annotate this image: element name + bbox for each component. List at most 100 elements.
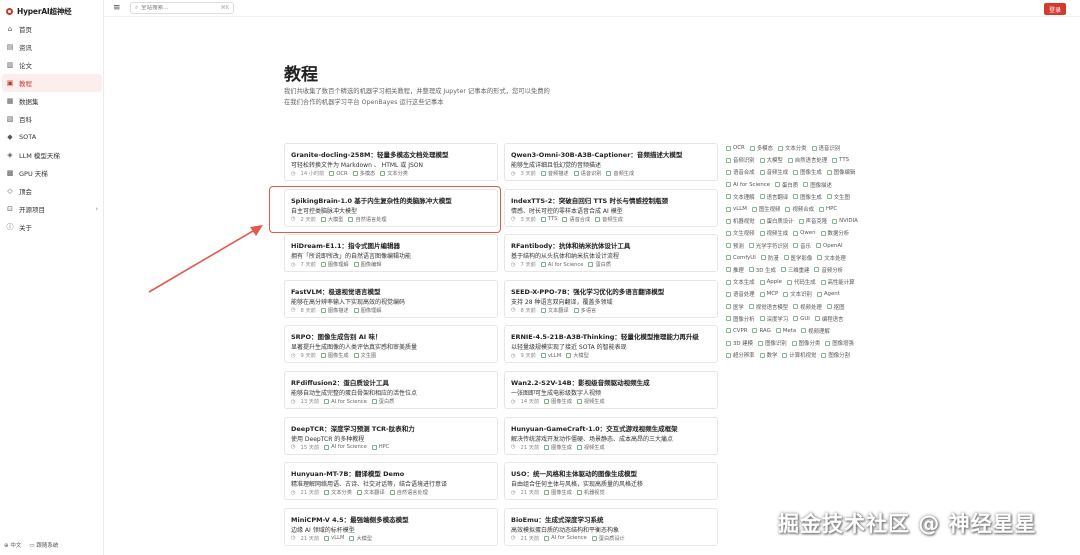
- tag-cloud-item[interactable]: 数学: [759, 351, 777, 359]
- tag-cloud-row: AI for Science 蛋白质 图像描述: [726, 179, 906, 191]
- tag-cloud-item[interactable]: 3D 生成: [748, 266, 776, 274]
- tag-cloud-item[interactable]: 文本分类: [777, 144, 807, 153]
- tag-cloud-item[interactable]: 蛋白质: [775, 181, 798, 189]
- tag-cloud-item[interactable]: 抠图: [826, 303, 845, 311]
- tag-cloud-item[interactable]: 图像分割: [821, 351, 850, 359]
- tag-cloud-item[interactable]: 图像分类: [791, 339, 820, 347]
- tag-cloud-item[interactable]: 3D 建模: [726, 339, 753, 347]
- tag-cloud-row: 机器视觉 蛋白质设计 声音克隆 NVIDIA: [726, 215, 906, 227]
- tag-cloud-label: 文本分类: [784, 146, 807, 153]
- tag-cloud-item[interactable]: vLLM: [726, 206, 747, 212]
- tag-icon: [726, 218, 731, 224]
- tag-cloud-item[interactable]: 图生视频: [751, 205, 780, 213]
- tag-cloud-item[interactable]: 声音克隆: [798, 217, 827, 225]
- tag-cloud-item[interactable]: 大模型: [759, 156, 783, 164]
- tag-cloud-item[interactable]: OCR: [726, 145, 745, 151]
- tag-cloud-item[interactable]: 文生图: [826, 193, 850, 201]
- tag-icon: [793, 316, 799, 322]
- tag-cloud-item[interactable]: 代码生成: [786, 278, 816, 286]
- tag-cloud-item[interactable]: HPC: [819, 206, 837, 212]
- tag-icon: [759, 316, 765, 322]
- tag-cloud-item[interactable]: 视频合成: [785, 205, 814, 213]
- tag-cloud-item[interactable]: 文本处理: [817, 254, 846, 262]
- tag-cloud-item[interactable]: 图像识别: [758, 339, 787, 347]
- tag-cloud-item[interactable]: 医学: [726, 303, 744, 311]
- tag-cloud-item[interactable]: 多模态: [749, 144, 773, 152]
- tag-cloud-item[interactable]: 自然语言处理: [787, 156, 827, 164]
- tag-cloud-label: 蛋白质设计: [766, 219, 794, 226]
- tag-icon: [782, 352, 788, 358]
- tag-cloud-item[interactable]: 蛋白质设计: [759, 217, 794, 226]
- tag-cloud-item[interactable]: 超分辨率: [726, 351, 755, 359]
- tag-cloud-label: OpenAI: [822, 242, 843, 249]
- tag-cloud-item[interactable]: 编程语言: [814, 315, 843, 323]
- tag-cloud-item[interactable]: 文本识别: [783, 290, 812, 298]
- tag-cloud-item[interactable]: CVPR: [726, 328, 747, 334]
- tag-cloud-item[interactable]: RAG: [752, 328, 771, 334]
- tag-cloud-item[interactable]: 视频理解: [801, 327, 830, 335]
- tag-cloud-item[interactable]: 语言翻译: [759, 193, 788, 201]
- tag-cloud-item[interactable]: 图像增强: [825, 339, 854, 347]
- tag-cloud-item[interactable]: NVIDIA: [832, 218, 858, 224]
- tag-cloud-item[interactable]: 三维重建: [780, 266, 809, 274]
- tag-cloud-item[interactable]: 医学影像: [783, 254, 812, 262]
- tag-cloud-item[interactable]: 图像分析: [726, 315, 755, 323]
- tag-icon: [759, 169, 765, 175]
- tag-cloud-item[interactable]: 视频生成: [759, 229, 788, 237]
- tag-icon: [815, 243, 821, 249]
- tag-icon: [759, 291, 765, 297]
- tag-cloud-item[interactable]: 语音合成: [726, 168, 755, 176]
- tag-icon: [832, 157, 838, 163]
- tag-icon: [817, 255, 823, 261]
- tag-cloud-item[interactable]: ComfyUI: [726, 255, 756, 261]
- tag-cloud-item[interactable]: MCP: [759, 291, 778, 297]
- tag-cloud-item[interactable]: Qwen: [793, 230, 816, 237]
- tag-cloud-item[interactable]: 音频分析: [814, 266, 843, 274]
- tag-cloud-item[interactable]: 视觉语言模型: [748, 303, 788, 311]
- tag-cloud-item[interactable]: TTS: [832, 157, 849, 163]
- tag-icon: [748, 267, 754, 273]
- tag-cloud-item[interactable]: Apple: [759, 279, 782, 285]
- tag-cloud-label: 3D 建模: [733, 341, 754, 348]
- tag-cloud-item[interactable]: 文生视频: [726, 229, 755, 237]
- tag-cloud-item[interactable]: 图像编辑: [826, 168, 855, 176]
- tag-cloud-item[interactable]: 预测: [726, 242, 744, 250]
- tag-cloud-label: 图像识别: [765, 341, 787, 348]
- tag-cloud-item[interactable]: 语音处理: [726, 290, 755, 298]
- tag-cloud-item[interactable]: 图像生成: [793, 193, 822, 201]
- tag-cloud-item[interactable]: 防漫: [760, 254, 779, 262]
- tag-cloud-item[interactable]: AI for Science: [726, 182, 770, 188]
- tag-cloud-item[interactable]: 高性能计算: [820, 278, 855, 287]
- tag-cloud-item[interactable]: 音频识别: [726, 156, 755, 164]
- tag-cloud-label: 文生视频: [733, 231, 755, 238]
- tag-cloud-item[interactable]: 机器视觉: [726, 217, 755, 225]
- tag-cloud-item[interactable]: 图像生成: [793, 168, 822, 176]
- tag-cloud-item[interactable]: OpenAI: [815, 242, 843, 249]
- tag-cloud-item[interactable]: 图像描述: [803, 181, 832, 189]
- tag-cloud-label: Qwen: [800, 230, 816, 237]
- tag-cloud-item[interactable]: Meta: [775, 328, 796, 334]
- tag-cloud-label: CVPR: [733, 327, 748, 334]
- tag-cloud-item[interactable]: 推理: [726, 266, 744, 274]
- tag-cloud-item[interactable]: GUI: [793, 316, 810, 322]
- tag-cloud-item[interactable]: 文本理解: [726, 193, 755, 201]
- tag-cloud-item[interactable]: 音频生成: [759, 168, 788, 176]
- tag-cloud-item[interactable]: 视频处理: [793, 303, 822, 311]
- tag-icon: [751, 206, 757, 212]
- tag-icon: [820, 230, 826, 236]
- tag-icon: [798, 218, 804, 224]
- tag-cloud-item[interactable]: 光学字符识别: [748, 242, 788, 250]
- tag-cloud-item[interactable]: Agent: [816, 291, 840, 297]
- tag-icon: [775, 328, 781, 334]
- tag-cloud-row: vLLM 图生视频 视频合成 HPC: [726, 203, 906, 215]
- tag-cloud-item[interactable]: 语音识别: [811, 144, 840, 152]
- tag-cloud-item[interactable]: 深度学习: [759, 315, 788, 323]
- tag-icon: [783, 291, 789, 297]
- tag-cloud-label: 超分辨率: [733, 353, 755, 360]
- tag-cloud-item[interactable]: 计算机视觉: [782, 351, 816, 359]
- tag-icon: [748, 243, 754, 249]
- tag-cloud-item[interactable]: 文本生成: [726, 278, 755, 286]
- tag-cloud-item[interactable]: 音乐: [793, 242, 811, 250]
- tag-cloud-label: 高性能计算: [827, 280, 855, 287]
- tag-cloud-item[interactable]: 数据分析: [820, 229, 849, 237]
